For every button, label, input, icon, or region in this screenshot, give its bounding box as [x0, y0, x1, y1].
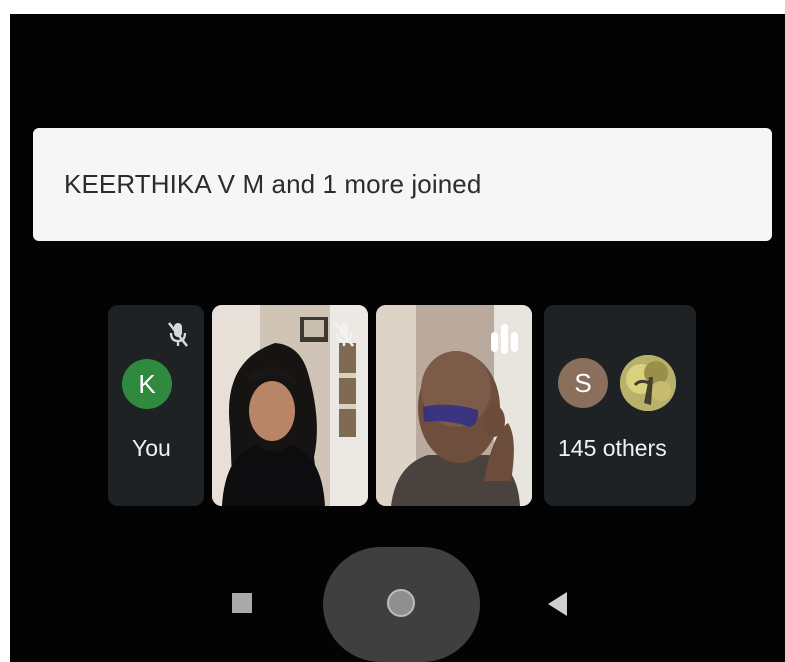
others-tile[interactable]: S 145 others	[544, 305, 696, 506]
home-button[interactable]	[323, 547, 480, 662]
recents-button[interactable]	[232, 593, 252, 613]
participant-video-tile-2[interactable]	[376, 305, 532, 506]
audio-level-icon	[491, 324, 518, 354]
join-notification: KEERTHIKA V M and 1 more joined	[33, 128, 772, 241]
join-notification-text: KEERTHIKA V M and 1 more joined	[64, 169, 482, 199]
participant-tile-self[interactable]: K You	[108, 305, 204, 506]
others-avatar: S	[558, 358, 608, 408]
home-circle-icon	[387, 589, 415, 617]
self-label: You	[132, 435, 171, 461]
others-photo-avatar	[620, 355, 676, 411]
back-button[interactable]	[548, 592, 567, 616]
participant-video-tile-1[interactable]	[212, 305, 368, 506]
mic-off-icon	[333, 322, 355, 347]
others-label: 145 others	[558, 435, 667, 461]
self-avatar: K	[122, 359, 172, 409]
system-navigation-bar	[0, 540, 785, 662]
mic-off-icon	[167, 322, 189, 347]
